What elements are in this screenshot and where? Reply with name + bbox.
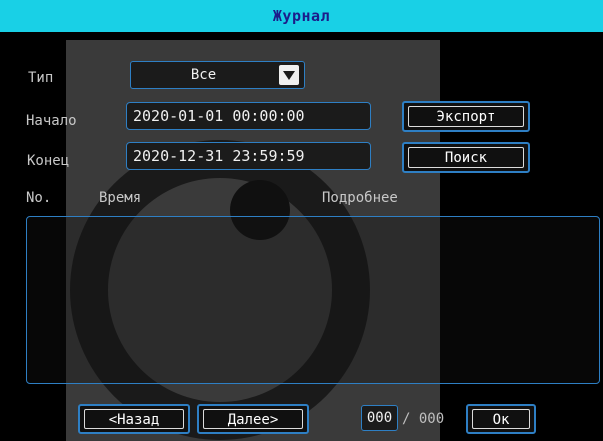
column-header-time: Время [99, 190, 142, 206]
log-entries-list[interactable] [26, 216, 600, 384]
end-datetime-field[interactable]: 2020-12-31 23:59:59 [126, 142, 371, 170]
next-button-label: Далее> [203, 409, 303, 429]
search-button-label: Поиск [408, 147, 524, 168]
prev-button-label: <Назад [84, 409, 184, 429]
page-total: / 000 [402, 411, 445, 427]
type-dropdown-value: Все [190, 67, 217, 83]
search-button[interactable]: Поиск [402, 142, 530, 173]
prev-button[interactable]: <Назад [78, 404, 190, 434]
next-button[interactable]: Далее> [197, 404, 309, 434]
ok-button-label: Ок [472, 409, 530, 429]
page-number-input[interactable]: 000 [361, 405, 398, 431]
end-label: Конец [27, 153, 70, 169]
ok-button[interactable]: Ок [466, 404, 536, 434]
column-header-details: Подробнее [322, 190, 398, 206]
export-button-label: Экспорт [408, 106, 524, 127]
chevron-down-icon[interactable] [279, 65, 299, 85]
type-label: Тип [28, 70, 54, 86]
window-title: Журнал [0, 0, 603, 32]
log-screen: Журнал Тип Все Начало 2020-01-01 00:00:0… [0, 0, 603, 441]
start-datetime-field[interactable]: 2020-01-01 00:00:00 [126, 102, 371, 130]
type-dropdown[interactable]: Все [130, 61, 305, 89]
column-header-number: No. [26, 190, 52, 206]
start-label: Начало [26, 113, 77, 129]
export-button[interactable]: Экспорт [402, 101, 530, 132]
